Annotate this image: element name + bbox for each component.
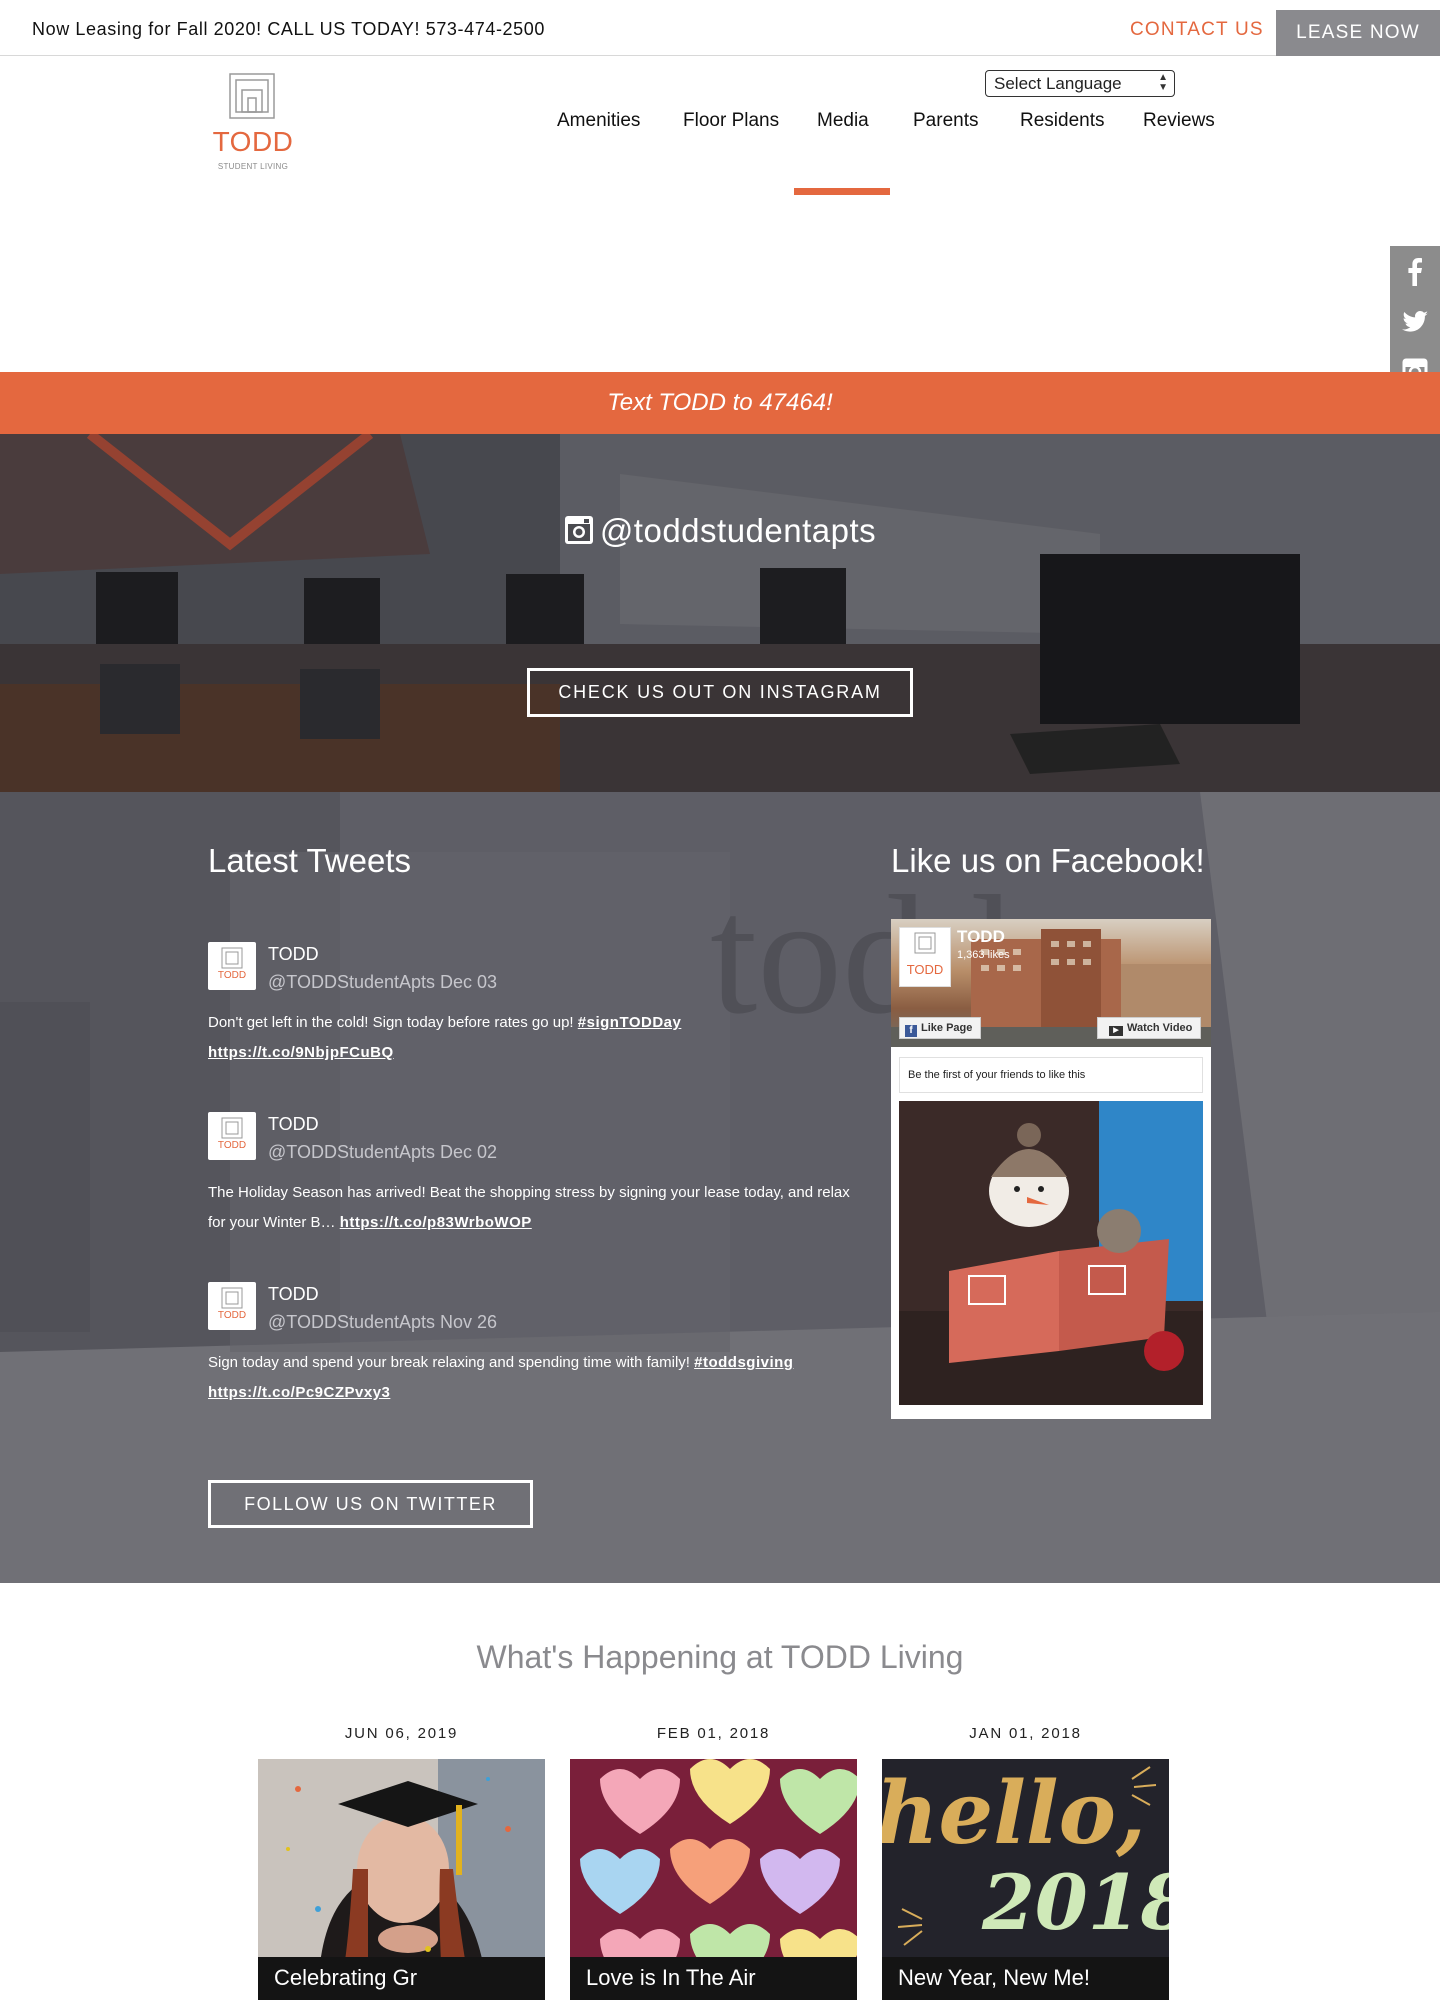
text-promo-banner: Text TODD to 47464! bbox=[0, 372, 1440, 434]
tweet-handle[interactable]: @TODDStudentApts bbox=[268, 1312, 435, 1332]
hello-script-text: hello, bbox=[882, 1763, 1146, 1864]
facebook-post-image[interactable] bbox=[899, 1101, 1203, 1405]
facebook-likes-count: 1,363 likes bbox=[957, 949, 1010, 961]
nav-media[interactable]: Media bbox=[817, 110, 869, 132]
tweet-avatar[interactable]: TODD bbox=[208, 1282, 256, 1330]
twitter-icon[interactable] bbox=[1390, 296, 1440, 346]
nav-amenities[interactable]: Amenities bbox=[557, 110, 640, 132]
nav-parents[interactable]: Parents bbox=[913, 110, 978, 132]
year-script-text: 2018 bbox=[981, 1858, 1169, 1947]
instagram-handle-text: @toddstudentapts bbox=[599, 512, 877, 549]
tweet-handle-date: @TODDStudentApts Dec 03 bbox=[268, 972, 497, 993]
nav-reviews[interactable]: Reviews bbox=[1143, 110, 1215, 132]
facebook-watch-video-button[interactable]: ▶ Watch Video bbox=[1097, 1017, 1201, 1039]
tweet-author: TODD bbox=[268, 944, 319, 964]
latest-tweets-heading: Latest Tweets bbox=[208, 842, 412, 879]
tweet-text: Sign today and spend your break relaxing… bbox=[208, 1348, 858, 1408]
tweet-link[interactable]: https://t.co/Pc9CZPvxy3 bbox=[208, 1384, 390, 1401]
tweet-date[interactable]: Nov 26 bbox=[440, 1312, 497, 1332]
facebook-watch-label: Watch Video bbox=[1127, 1022, 1193, 1034]
svg-text:TODD: TODD bbox=[218, 970, 246, 981]
instagram-button[interactable]: CHECK US OUT ON INSTAGRAM bbox=[527, 668, 913, 717]
tweet-date[interactable]: Dec 02 bbox=[440, 1142, 497, 1162]
lounge-background-image bbox=[0, 434, 1440, 792]
lease-now-button[interactable]: LEASE NOW bbox=[1276, 10, 1440, 56]
tweet-link[interactable]: https://t.co/9NbjpFCuBQ bbox=[208, 1044, 394, 1061]
instagram-section: @toddstudentapts CHECK US OUT ON INSTAGR… bbox=[0, 434, 1440, 792]
event-caption: New Year, New Me! bbox=[882, 1957, 1169, 2000]
event-date: JUN 06, 2019 bbox=[344, 1725, 459, 1742]
event-date: FEB 01, 2018 bbox=[656, 1725, 771, 1742]
video-play-icon: ▶ bbox=[1109, 1026, 1123, 1036]
tweet-body: Sign today and spend your break relaxing… bbox=[208, 1354, 695, 1371]
follow-twitter-button[interactable]: FOLLOW US ON TWITTER bbox=[208, 1480, 533, 1528]
leasing-promo: Now Leasing for Fall 2020! CALL US TODAY… bbox=[32, 19, 546, 39]
events-section: What's Happening at TODD Living JUN 06, … bbox=[0, 1583, 1440, 2000]
tweet-handle-date: @TODDStudentApts Dec 02 bbox=[268, 1142, 497, 1163]
facebook-f-icon: f bbox=[905, 1025, 917, 1037]
top-bar: Now Leasing for Fall 2020! CALL US TODAY… bbox=[0, 0, 1440, 56]
tweet-avatar[interactable]: TODD bbox=[208, 1112, 256, 1160]
svg-text:TODD: TODD bbox=[907, 962, 944, 977]
tweet-hashtag[interactable]: #signTODDay bbox=[578, 1014, 682, 1031]
event-caption: Celebrating Gr bbox=[258, 1957, 545, 2000]
svg-text:TODD: TODD bbox=[218, 1140, 246, 1151]
tweet-avatar[interactable]: TODD bbox=[208, 942, 256, 990]
tweet-text: The Holiday Season has arrived! Beat the… bbox=[208, 1178, 858, 1238]
tweet-author: TODD bbox=[268, 1284, 319, 1304]
nav-active-indicator bbox=[794, 188, 890, 195]
nav-floor-plans[interactable]: Floor Plans bbox=[683, 110, 779, 132]
tweet-hashtag[interactable]: #toddsgiving bbox=[694, 1354, 793, 1371]
facebook-like-button[interactable]: f Like Page bbox=[899, 1017, 981, 1039]
tweet-link[interactable]: https://t.co/p83WrboWOP bbox=[340, 1214, 532, 1231]
instagram-handle-icon bbox=[564, 516, 593, 544]
event-caption: Love is In The Air bbox=[570, 1957, 857, 2000]
main-nav: Amenities Floor Plans Media Parents Resi… bbox=[0, 110, 1440, 140]
tweet-body: Don't get left in the cold! Sign today b… bbox=[208, 1014, 578, 1031]
contact-us-link[interactable]: CONTACT US bbox=[1130, 19, 1264, 41]
tweet-handle[interactable]: @TODDStudentApts bbox=[268, 1142, 435, 1162]
facebook-icon[interactable] bbox=[1390, 246, 1440, 296]
nav-residents[interactable]: Residents bbox=[1020, 110, 1105, 132]
svg-text:TODD: TODD bbox=[218, 1310, 246, 1321]
social-feeds-section: todd Latest Tweets Like us on Facebook! … bbox=[0, 792, 1440, 1583]
facebook-page-name[interactable]: TODD bbox=[957, 927, 1005, 947]
facebook-profile-picture[interactable]: TODD bbox=[899, 927, 951, 987]
logo-tagline: STUDENT LIVING bbox=[217, 162, 289, 171]
tweet-text: Don't get left in the cold! Sign today b… bbox=[208, 1008, 858, 1068]
tweet-author: TODD bbox=[268, 1114, 319, 1134]
select-arrows-icon: ▲ ▼ bbox=[1158, 72, 1168, 93]
language-select[interactable]: Select Language ▲ ▼ bbox=[985, 70, 1175, 97]
facebook-like-label: Like Page bbox=[921, 1022, 973, 1034]
facebook-heading: Like us on Facebook! bbox=[891, 842, 1205, 879]
tweet-handle-date: @TODDStudentApts Nov 26 bbox=[268, 1312, 497, 1333]
events-heading: What's Happening at TODD Living bbox=[476, 1639, 964, 1675]
event-date: JAN 01, 2018 bbox=[969, 1725, 1082, 1742]
tweet-handle[interactable]: @TODDStudentApts bbox=[268, 972, 435, 992]
facebook-friends-text: Be the first of your friends to like thi… bbox=[899, 1057, 1203, 1093]
instagram-handle[interactable]: @toddstudentapts bbox=[0, 512, 1440, 550]
facebook-widget: TODD TODD 1,363 likes f Like Page ▶ Watch … bbox=[891, 919, 1211, 1419]
tweet-date[interactable]: Dec 03 bbox=[440, 972, 497, 992]
language-select-value: Select Language bbox=[994, 74, 1122, 93]
